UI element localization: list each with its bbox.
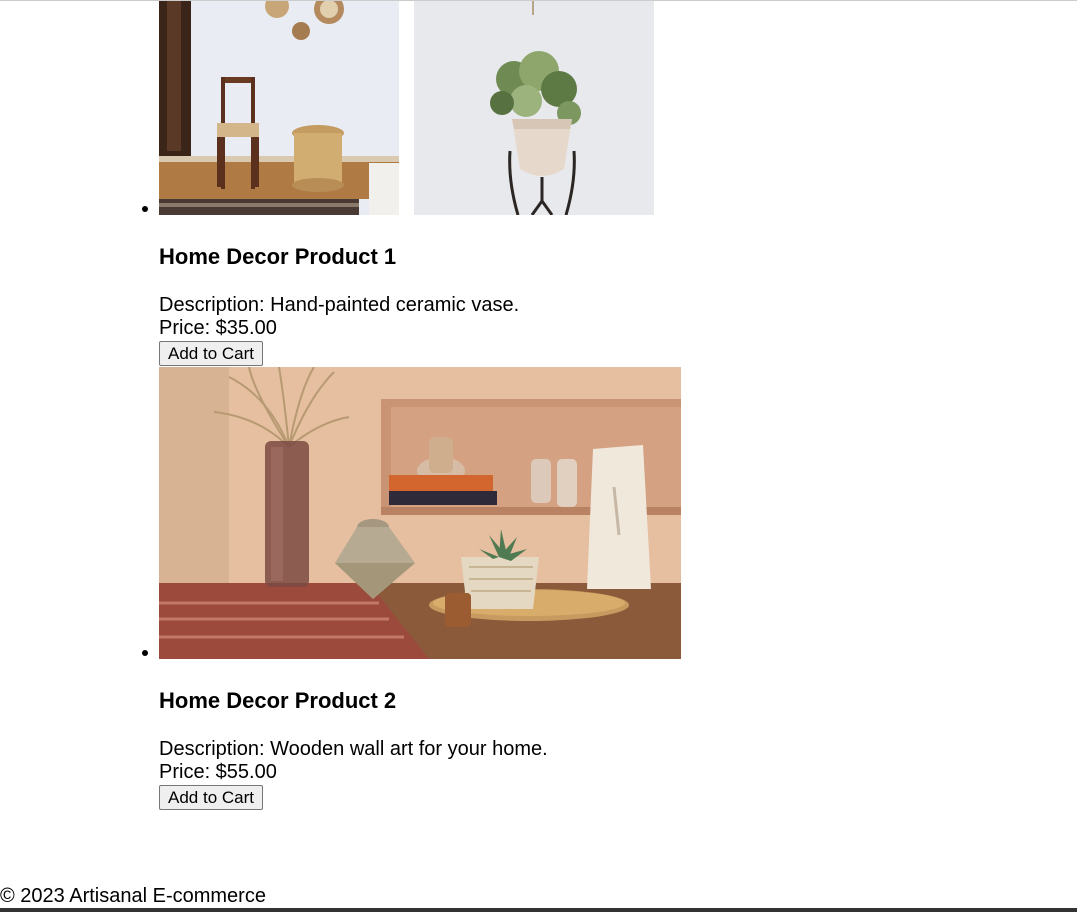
product-1-image-plant xyxy=(414,1,654,215)
product-2-price: Price: $55.00 xyxy=(159,761,277,783)
bottom-border xyxy=(0,908,1077,912)
product-1-title: Home Decor Product 1 xyxy=(159,244,397,269)
list-bullet xyxy=(142,206,148,212)
product-1-image-room xyxy=(159,1,399,215)
page: Home Decor Product 1 Description: Hand-p… xyxy=(0,0,1077,912)
footer-copyright: © 2023 Artisanal E-commerce xyxy=(0,885,266,907)
product-2-title: Home Decor Product 2 xyxy=(159,688,397,713)
product-1-description: Description: Hand-painted ceramic vase. xyxy=(159,294,520,316)
list-bullet xyxy=(142,650,148,656)
product-1-price: Price: $35.00 xyxy=(159,317,277,339)
product-2-description: Description: Wooden wall art for your ho… xyxy=(159,738,548,760)
product-2-add-to-cart-button[interactable]: Add to Cart xyxy=(159,785,263,810)
product-1-add-to-cart-button[interactable]: Add to Cart xyxy=(159,341,263,366)
product-2-image xyxy=(159,367,681,659)
